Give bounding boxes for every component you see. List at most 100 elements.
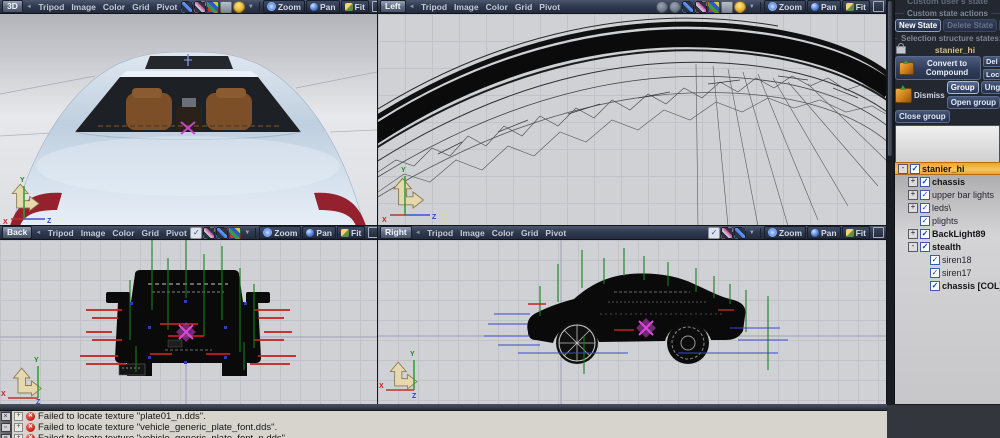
polygon-pen-icon[interactable] [721, 227, 733, 239]
visibility-checkbox[interactable]: ✓ [910, 164, 920, 174]
visibility-checkbox[interactable]: ✓ [930, 281, 940, 291]
tree-item-siren18[interactable]: ✓siren18 [895, 253, 1000, 266]
group-button[interactable]: Group [947, 81, 979, 94]
visibility-checkbox[interactable]: ✓ [920, 177, 930, 187]
viewport-label-left[interactable]: Left [380, 0, 406, 13]
expand-toggle-icon[interactable]: - [908, 242, 918, 252]
display-dropdown-icon[interactable]: ▼ [747, 4, 757, 10]
tree-item-plights[interactable]: ✓plights [895, 214, 1000, 227]
fit-button[interactable]: Fit [341, 0, 369, 13]
menu-image[interactable]: Image [68, 2, 100, 12]
menu-image[interactable]: Image [457, 228, 489, 238]
display-dropdown-icon[interactable]: ▼ [242, 230, 252, 236]
viewport-label-3d[interactable]: 3D [2, 0, 23, 13]
viewport-3d-canvas[interactable]: Y X Z [0, 14, 377, 225]
menu-grid[interactable]: Grid [517, 228, 541, 238]
fit-button[interactable]: Fit [842, 226, 870, 239]
tree-item-upper-bar-lights[interactable]: +✓upper bar lights [895, 188, 1000, 201]
log-list-icon[interactable]: ≡ [1, 434, 11, 438]
expand-log-icon[interactable]: + [14, 423, 23, 432]
close-group-button[interactable]: Close group [895, 110, 950, 123]
viewport-menu-arrow-icon[interactable]: ◄ [23, 4, 35, 10]
scrollbar-thumb[interactable] [888, 1, 892, 156]
log-entry[interactable]: +Failed to locate texture "vehicle_gener… [12, 422, 887, 433]
menu-pivot[interactable]: Pivot [153, 2, 181, 12]
ungroup-button[interactable]: Ungroup [981, 81, 1000, 94]
maximize-viewport-icon[interactable] [873, 227, 884, 238]
open-group-button[interactable]: Open group [947, 96, 1000, 109]
visibility-checkbox[interactable]: ✓ [930, 255, 940, 265]
menu-grid[interactable]: Grid [129, 2, 153, 12]
visibility-checkbox[interactable]: ✓ [920, 242, 930, 252]
menu-pivot[interactable]: Pivot [163, 228, 191, 238]
orbit-view-icon[interactable] [669, 1, 681, 13]
textured-view-icon[interactable] [708, 1, 720, 13]
fit-button[interactable]: Fit [842, 0, 870, 13]
tree-item-leds[interactable]: +✓leds\ [895, 201, 1000, 214]
new-state-button[interactable]: New State [895, 19, 941, 32]
menu-tripod[interactable]: Tripod [35, 2, 68, 12]
viewport-right-canvas[interactable]: Y X Z [378, 240, 886, 404]
wireframe-pen-icon[interactable] [181, 1, 193, 13]
expand-log-icon[interactable]: + [14, 434, 23, 438]
lighting-icon[interactable] [734, 1, 746, 13]
viewport-menu-arrow-icon[interactable]: ◄ [406, 4, 418, 10]
sidebar-scrollbar[interactable] [887, 0, 895, 404]
menu-grid[interactable]: Grid [511, 2, 535, 12]
del-button[interactable]: Del [983, 56, 1000, 67]
menu-color[interactable]: Color [99, 2, 128, 12]
log-entry[interactable]: +Failed to locate texture "plate01_n.dds… [12, 411, 887, 422]
menu-tripod[interactable]: Tripod [44, 228, 77, 238]
visibility-checkbox[interactable]: ✓ [920, 229, 930, 239]
polygon-pen-icon[interactable] [194, 1, 206, 13]
wireframe-pen-icon[interactable] [216, 227, 228, 239]
maximize-viewport-icon[interactable] [372, 1, 377, 12]
viewport-menu-arrow-icon[interactable]: ◄ [412, 230, 424, 236]
maximize-viewport-icon[interactable] [368, 227, 377, 238]
menu-color[interactable]: Color [482, 2, 511, 12]
visibility-checkbox[interactable]: ✓ [920, 203, 930, 213]
lock-button[interactable]: Lock [983, 69, 1000, 80]
tree-item-stanier-hi[interactable]: -✓stanier_hi [895, 162, 1000, 175]
tree-item-chassis-col[interactable]: ✓chassis [COL] [895, 279, 1000, 292]
scene-hierarchy-tree[interactable]: -✓stanier_hi+✓chassis+✓upper bar lights+… [895, 162, 1000, 404]
menu-grid[interactable]: Grid [138, 228, 162, 238]
expand-toggle-icon[interactable]: + [908, 190, 918, 200]
pan-button[interactable]: Pan [807, 0, 841, 13]
visibility-checkbox[interactable]: ✓ [930, 268, 940, 278]
menu-tripod[interactable]: Tripod [418, 2, 451, 12]
flat-shade-icon[interactable] [220, 1, 232, 13]
wireframe-pen-icon[interactable] [682, 1, 694, 13]
polygon-pen-icon[interactable] [203, 227, 215, 239]
viewport-label-right[interactable]: Right [380, 226, 412, 239]
flat-shade-icon[interactable] [721, 1, 733, 13]
log-splitter[interactable] [0, 404, 887, 411]
menu-color[interactable]: Color [488, 228, 517, 238]
maximize-viewport-icon[interactable] [873, 1, 884, 12]
expand-toggle-icon[interactable]: + [908, 203, 918, 213]
expand-toggle-icon[interactable]: - [898, 164, 908, 174]
menu-pivot[interactable]: Pivot [536, 2, 564, 12]
viewport-label-back[interactable]: Back [2, 226, 32, 239]
zoom-button[interactable]: Zoom [263, 0, 305, 13]
zoom-button[interactable]: Zoom [764, 0, 806, 13]
tree-item-chassis[interactable]: +✓chassis [895, 175, 1000, 188]
tree-item-backlight89[interactable]: +✓BackLight89 [895, 227, 1000, 240]
lock-icon[interactable] [896, 46, 906, 54]
dismiss-compound-control[interactable]: Dismiss [895, 81, 945, 109]
textured-view-icon[interactable] [229, 227, 241, 239]
expand-log-icon[interactable]: + [14, 412, 23, 421]
tree-item-stealth[interactable]: -✓stealth [895, 240, 1000, 253]
snap-toggle-icon[interactable] [708, 227, 720, 239]
viewport-left-canvas[interactable]: Y X Z [378, 14, 886, 225]
convert-to-compound-button[interactable]: Convert to Compound [895, 56, 981, 80]
visibility-checkbox[interactable]: ✓ [920, 216, 930, 226]
wireframe-pen-icon[interactable] [734, 227, 746, 239]
log-entry[interactable]: +Failed to locate texture "vehicle_gener… [12, 433, 887, 438]
viewport-menu-arrow-icon[interactable]: ◄ [32, 230, 44, 236]
menu-image[interactable]: Image [451, 2, 483, 12]
polygon-pen-icon[interactable] [695, 1, 707, 13]
display-dropdown-icon[interactable]: ▼ [747, 230, 757, 236]
tree-item-siren17[interactable]: ✓siren17 [895, 266, 1000, 279]
expand-toggle-icon[interactable]: + [908, 177, 918, 187]
